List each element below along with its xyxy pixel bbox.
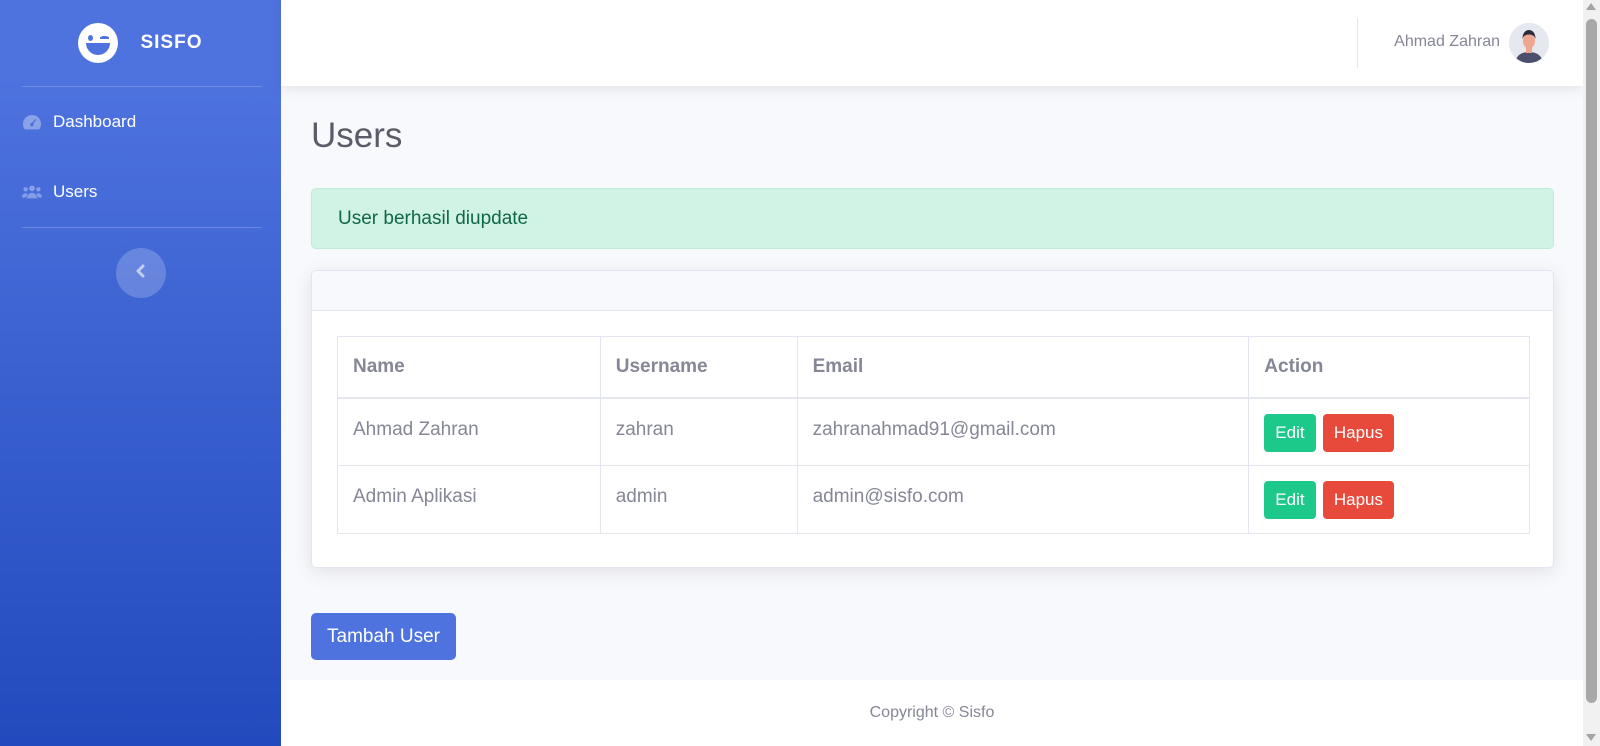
footer: Copyright © Sisfo (281, 680, 1583, 746)
sidebar-divider (22, 227, 262, 228)
sidebar-item-users[interactable]: Users (0, 157, 281, 227)
sidebar-item-dashboard[interactable]: Dashboard (0, 87, 281, 157)
sidebar-item-label: Users (53, 182, 98, 201)
card-header (312, 271, 1553, 311)
scroll-up-arrow-icon[interactable] (1586, 3, 1596, 10)
sidebar: SISFO Dashboard Users (0, 0, 281, 746)
cell-email: admin@sisfo.com (796, 465, 1250, 534)
delete-button[interactable]: Hapus (1322, 481, 1394, 519)
sidebar-item-label: Dashboard (53, 112, 137, 131)
vertical-scrollbar[interactable] (1583, 0, 1600, 746)
copyright-text: Copyright © Sisfo (869, 704, 995, 721)
sidebar-toggle-button[interactable] (115, 248, 166, 298)
page-title: Users (311, 116, 403, 155)
delete-button[interactable]: Hapus (1322, 413, 1394, 452)
success-alert: User berhasil diupdate (311, 188, 1554, 249)
cell-actions: Edit Hapus (1248, 465, 1530, 534)
cell-username: zahran (599, 397, 798, 466)
user-name[interactable]: Ahmad Zahran (1394, 33, 1500, 51)
cell-username: admin (599, 465, 798, 534)
topbar: Ahmad Zahran (281, 0, 1583, 86)
add-user-button[interactable]: Tambah User (311, 613, 456, 660)
scroll-down-arrow-icon[interactable] (1586, 734, 1596, 741)
laugh-wink-icon (78, 23, 119, 63)
table-row: Admin Aplikasi admin admin@sisfo.com Edi… (337, 465, 1530, 534)
column-header-username: Username (599, 336, 798, 399)
edit-button[interactable]: Edit (1264, 413, 1316, 452)
alert-message: User berhasil diupdate (338, 207, 529, 229)
brand-name: SISFO (140, 32, 203, 53)
chevron-left-icon (135, 264, 147, 283)
table-header-row: Name Username Email Action (337, 336, 1530, 399)
table-row: Ahmad Zahran zahran zahranahmad91@gmail.… (337, 397, 1530, 466)
scrollbar-thumb[interactable] (1586, 19, 1597, 703)
column-header-name: Name (337, 336, 601, 399)
cell-actions: Edit Hapus (1248, 397, 1530, 466)
column-header-action: Action (1248, 336, 1530, 399)
main-content: Users User berhasil diupdate Name Userna… (281, 86, 1583, 680)
column-header-email: Email (796, 336, 1250, 399)
users-icon (22, 184, 42, 200)
cell-email: zahranahmad91@gmail.com (796, 397, 1250, 466)
tachometer-icon (22, 114, 42, 130)
users-card: Name Username Email Action Ahmad Zahran … (311, 270, 1554, 568)
topbar-divider (1357, 18, 1358, 68)
cell-name: Ahmad Zahran (337, 397, 601, 466)
users-table: Name Username Email Action Ahmad Zahran … (337, 336, 1530, 534)
edit-button[interactable]: Edit (1264, 481, 1316, 519)
cell-name: Admin Aplikasi (337, 465, 601, 534)
sidebar-brand[interactable]: SISFO (0, 0, 281, 86)
avatar[interactable] (1509, 23, 1549, 63)
